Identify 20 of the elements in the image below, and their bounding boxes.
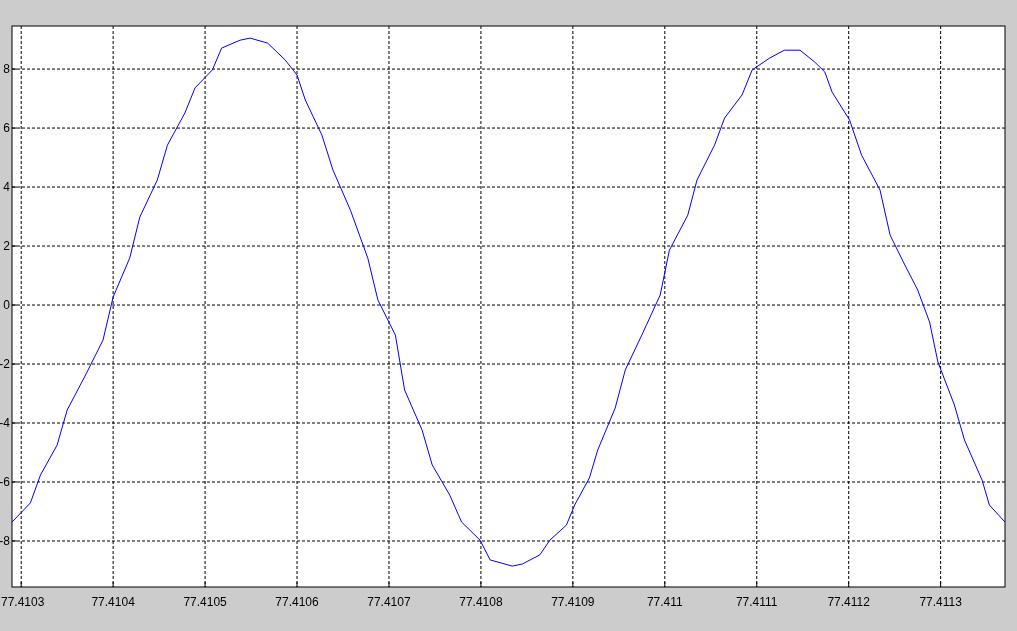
x-tick-label: 77.4104	[91, 595, 135, 609]
y-tick-label: -4	[0, 416, 10, 430]
x-tick-label: 77.4108	[459, 595, 503, 609]
y-tick-label: -8	[0, 534, 10, 548]
x-tick-label: 77.4105	[183, 595, 227, 609]
x-tick-label: 77.411	[646, 595, 683, 609]
y-tick-label: -6	[0, 475, 10, 489]
x-tick-label: 77.4106	[275, 595, 319, 609]
y-tick-label: 8	[3, 62, 10, 77]
y-tick-label: 2	[3, 239, 10, 254]
x-tick-label: 77.4111	[735, 595, 778, 609]
y-tick-label: 6	[3, 121, 10, 136]
x-tick-label: 77.4103	[1, 595, 45, 609]
x-tick-label: 77.4112	[827, 595, 870, 609]
x-tick-label: 77.4107	[367, 595, 411, 609]
y-tick-label: 4	[3, 180, 10, 195]
x-tick-label: 77.4113	[919, 595, 962, 609]
y-tick-label: 0	[3, 298, 10, 313]
y-tick-label: -2	[0, 357, 10, 371]
x-tick-label: 77.4109	[551, 595, 595, 609]
